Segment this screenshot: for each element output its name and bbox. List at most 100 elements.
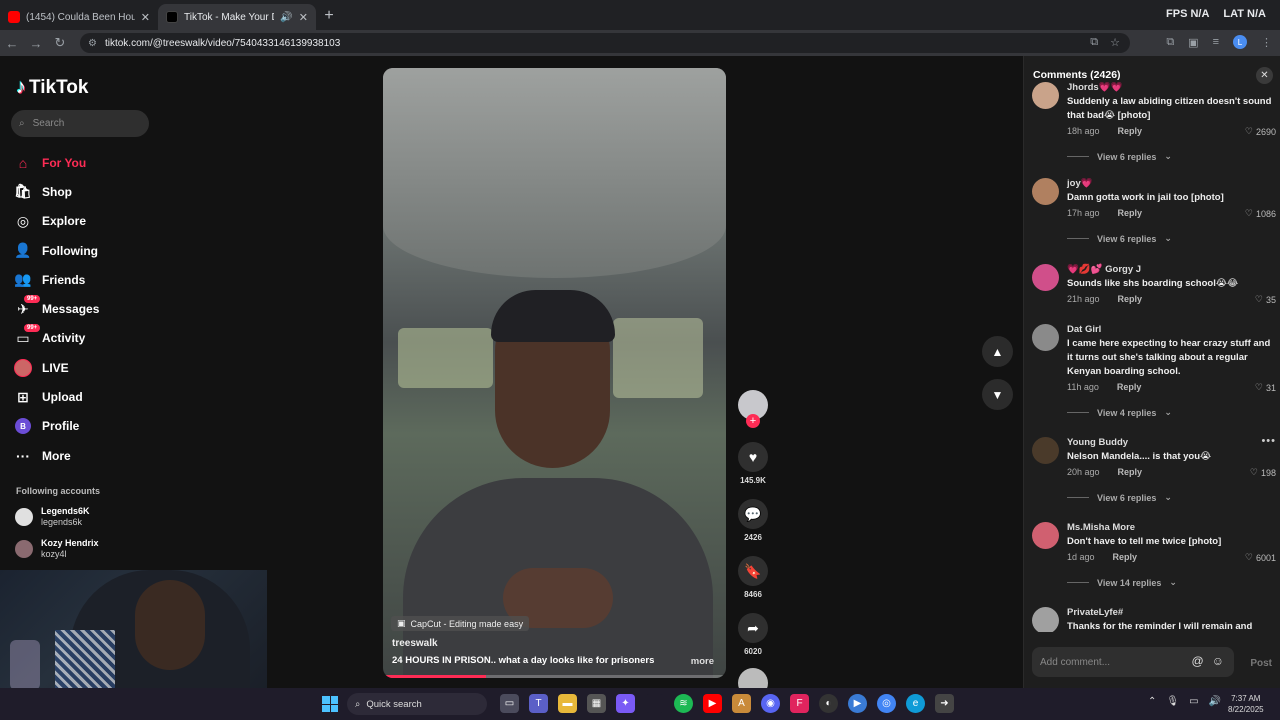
app-icon[interactable]: A [732, 694, 751, 713]
avatar[interactable] [1032, 264, 1059, 291]
share-button[interactable]: ➦ 6020 [737, 613, 769, 656]
task-view-icon[interactable]: ▭ [500, 694, 519, 713]
reply-button[interactable]: Reply [1117, 382, 1142, 392]
comment-user[interactable]: PrivateLyfe# [1067, 607, 1123, 618]
reply-button[interactable]: Reply [1118, 126, 1143, 136]
profile-avatar-icon[interactable]: L [1233, 35, 1247, 49]
comment-user[interactable]: Jhords💗💗 [1067, 82, 1122, 93]
next-video-button[interactable]: ▼ [982, 379, 1013, 410]
bookmark-star-icon[interactable]: ☆ [1110, 36, 1120, 49]
video-author[interactable]: treeswalk [392, 638, 438, 649]
comment-button[interactable]: 💬 2426 [737, 499, 769, 542]
nav-upload[interactable]: ⊞ Upload [14, 382, 99, 411]
chevron-up-icon[interactable]: ⌃ [1148, 696, 1156, 707]
nav-for-you[interactable]: ⌂ For You [14, 148, 99, 177]
like-button[interactable]: ♥ 145.9K [737, 442, 769, 485]
comment-like-button[interactable]: ♡ 31 [1255, 382, 1276, 393]
nav-activity[interactable]: ▭ 99+ Activity [14, 324, 99, 353]
nav-friends[interactable]: 👥 Friends [14, 265, 99, 294]
mic-icon[interactable]: 🎙 [1166, 696, 1179, 707]
youtube-icon[interactable]: ▶ [703, 694, 722, 713]
address-bar[interactable]: ⚙ tiktok.com/@treeswalk/video/7540433146… [80, 33, 1130, 53]
capcut-watermark[interactable]: ▣ CapCut - Editing made easy [391, 616, 530, 631]
monitor-icon[interactable]: ▭ [1189, 696, 1198, 707]
view-replies-button[interactable]: View 6 replies ⌄ [1067, 233, 1172, 244]
nav-profile[interactable]: B Profile [14, 412, 99, 441]
menu-kebab-icon[interactable]: ⋮ [1261, 36, 1272, 49]
obs-icon[interactable]: ◐ [819, 694, 838, 713]
new-tab-button[interactable]: + [316, 4, 342, 30]
forward-icon[interactable]: → [24, 36, 48, 51]
install-icon[interactable]: ⧉ [1090, 36, 1098, 49]
view-replies-button[interactable]: View 4 replies ⌄ [1067, 407, 1172, 418]
extensions-icon[interactable]: ⧉ [1166, 36, 1174, 49]
reply-button[interactable]: Reply [1118, 294, 1143, 304]
speaker-icon[interactable]: 🔊 [280, 12, 292, 23]
reply-button[interactable]: Reply [1113, 552, 1138, 562]
comment-more-icon[interactable]: ••• [1261, 435, 1276, 447]
nav-live[interactable]: LIVE [14, 353, 99, 382]
reload-icon[interactable]: ↻ [48, 35, 72, 51]
comment-user[interactable]: joy💗 [1067, 178, 1093, 189]
volume-icon[interactable]: 🔊 [1209, 696, 1221, 707]
spotify-icon[interactable]: ≋ [674, 694, 693, 713]
edge-icon[interactable]: e [906, 694, 925, 713]
taskbar-clock[interactable]: 7:37 AM 8/22/2025 [1228, 693, 1264, 715]
windows-start-icon[interactable] [322, 696, 338, 712]
creator-avatar[interactable]: + [738, 390, 768, 428]
discord-icon[interactable]: ◉ [761, 694, 780, 713]
quick-search-box[interactable]: ⌕ Quick search [347, 693, 487, 715]
comment-user[interactable]: Ms.Misha More [1067, 522, 1135, 533]
avatar[interactable] [1032, 324, 1059, 351]
follow-plus-icon[interactable]: + [746, 414, 760, 428]
video-player[interactable]: ▣ CapCut - Editing made easy treeswalk 2… [383, 68, 726, 678]
view-replies-button[interactable]: View 6 replies ⌄ [1067, 151, 1172, 162]
store-icon[interactable]: ▦ [587, 694, 606, 713]
comment-like-button[interactable]: ♡ 35 [1255, 294, 1276, 305]
view-replies-button[interactable]: View 6 replies ⌄ [1067, 492, 1172, 503]
nav-explore[interactable]: ◎ Explore [14, 207, 99, 236]
close-tab-icon[interactable]: ✕ [141, 11, 150, 24]
comment-like-button[interactable]: ♡ 1086 [1245, 208, 1276, 219]
comment-like-button[interactable]: ♡ 6001 [1245, 552, 1276, 563]
comment-input[interactable]: Add comment... @ ☺ [1032, 647, 1234, 677]
app-f-icon[interactable]: F [790, 694, 809, 713]
comment-user[interactable]: Young Buddy [1067, 437, 1128, 448]
more-link[interactable]: more [691, 656, 714, 667]
following-account[interactable]: Kozy Hendrix kozy4l [15, 538, 99, 560]
tab-youtube[interactable]: (1454) Coulda Been House 2, Ep ✕ [0, 4, 158, 30]
video-progress-bar[interactable] [383, 675, 726, 678]
nav-following[interactable]: 👤 Following [14, 236, 99, 265]
media-player-icon[interactable]: ▶ [848, 694, 867, 713]
nav-messages[interactable]: ✈ 99+ Messages [14, 294, 99, 323]
file-explorer-icon[interactable]: ▬ [558, 694, 577, 713]
comment-like-button[interactable]: ♡ 198 [1250, 467, 1276, 478]
comment-list[interactable]: Jhords💗💗 Suddenly a law abiding citizen … [1024, 82, 1280, 632]
avatar[interactable] [1032, 178, 1059, 205]
avatar[interactable] [1032, 522, 1059, 549]
back-icon[interactable]: ← [0, 36, 24, 51]
comment-user[interactable]: Dat Girl [1067, 324, 1101, 335]
mention-icon[interactable]: @ [1192, 654, 1204, 668]
nav-more[interactable]: ··· More [14, 441, 99, 470]
post-button[interactable]: Post [1250, 658, 1272, 669]
following-account[interactable]: Legends6K legends6k [15, 506, 90, 528]
site-info-icon[interactable]: ⚙ [88, 38, 97, 49]
comment-like-button[interactable]: ♡ 2690 [1245, 126, 1276, 137]
close-tab-icon[interactable]: ✕ [299, 11, 308, 24]
avatar[interactable] [1032, 437, 1059, 464]
teams-icon[interactable]: T [529, 694, 548, 713]
nav-shop[interactable]: 🛍 Shop [14, 177, 99, 206]
reply-button[interactable]: Reply [1118, 208, 1143, 218]
tab-tiktok[interactable]: TikTok - Make Your Day 🔊 ✕ [158, 4, 316, 30]
tiktok-logo[interactable]: ♪ TikTok [16, 76, 88, 99]
search-input[interactable]: ⌕ Search [11, 110, 149, 137]
emoji-icon[interactable]: ☺ [1212, 654, 1224, 668]
comment-user[interactable]: 💗💋💕 Gorgy J [1067, 264, 1141, 275]
save-button[interactable]: 🔖 8466 [737, 556, 769, 599]
view-replies-button[interactable]: View 14 replies ⌄ [1067, 577, 1177, 588]
previous-video-button[interactable]: ▲ [982, 336, 1013, 367]
sidepanel-icon[interactable]: ▣ [1188, 36, 1198, 49]
media-icon[interactable]: ≡ [1213, 36, 1219, 48]
chrome-icon[interactable]: ◎ [877, 694, 896, 713]
